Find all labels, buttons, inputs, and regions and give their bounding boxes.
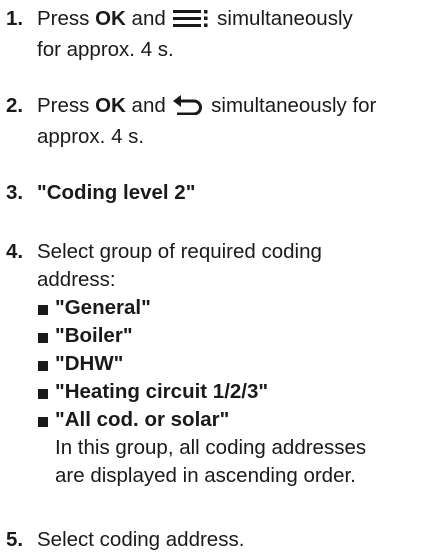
menu-icon xyxy=(173,8,209,36)
step-text: approx. 4 s. xyxy=(37,125,145,148)
step-number: 2. xyxy=(6,94,24,117)
group-option-all-cod: "All cod. or solar" In this group, all c… xyxy=(37,406,366,490)
group-option-boiler: "Boiler" xyxy=(37,322,366,350)
step-text: for approx. 4 s. xyxy=(37,38,174,61)
step-text: address: xyxy=(37,268,116,291)
step-text: and xyxy=(125,7,172,30)
step-4: 4. Select group of required coding addre… xyxy=(6,238,366,490)
step-text: Select group of required coding xyxy=(37,240,322,263)
step-5: 5. Select coding address. xyxy=(6,526,244,554)
ok-button-label: OK xyxy=(95,94,126,117)
step-number: 5. xyxy=(6,528,24,551)
group-option-dhw: "DHW" xyxy=(37,350,366,378)
ok-button-label: OK xyxy=(95,7,126,30)
coding-level-label: "Coding level 2" xyxy=(37,181,196,204)
back-arrow-icon xyxy=(173,95,203,123)
step-number: 1. xyxy=(6,7,24,30)
group-option-all-cod-label: "All cod. or solar" xyxy=(55,408,230,431)
step-3: 3. "Coding level 2" xyxy=(6,179,195,207)
step-text: simultaneously for xyxy=(205,94,377,117)
step-1: 1. Press OK and simultaneously for appro… xyxy=(6,5,353,64)
instruction-document: 1. Press OK and simultaneously for appro… xyxy=(0,0,433,559)
step-text: Select coding address. xyxy=(37,528,245,551)
group-options-list: "General" "Boiler" "DHW" "Heating circui… xyxy=(37,294,366,490)
step-text: Press xyxy=(37,94,96,117)
step-text: simultaneously xyxy=(211,7,353,30)
group-note: In this group, all coding addresses xyxy=(55,436,367,459)
group-option-general: "General" xyxy=(37,294,366,322)
step-number: 4. xyxy=(6,240,24,263)
step-number: 3. xyxy=(6,181,24,204)
group-note: are displayed in ascending order. xyxy=(55,464,356,487)
step-text: and xyxy=(125,94,172,117)
step-2: 2. Press OK and simultaneously for appro… xyxy=(6,92,376,151)
group-option-heating-circuit: "Heating circuit 1/2/3" xyxy=(37,378,366,406)
step-text: Press xyxy=(37,7,96,30)
